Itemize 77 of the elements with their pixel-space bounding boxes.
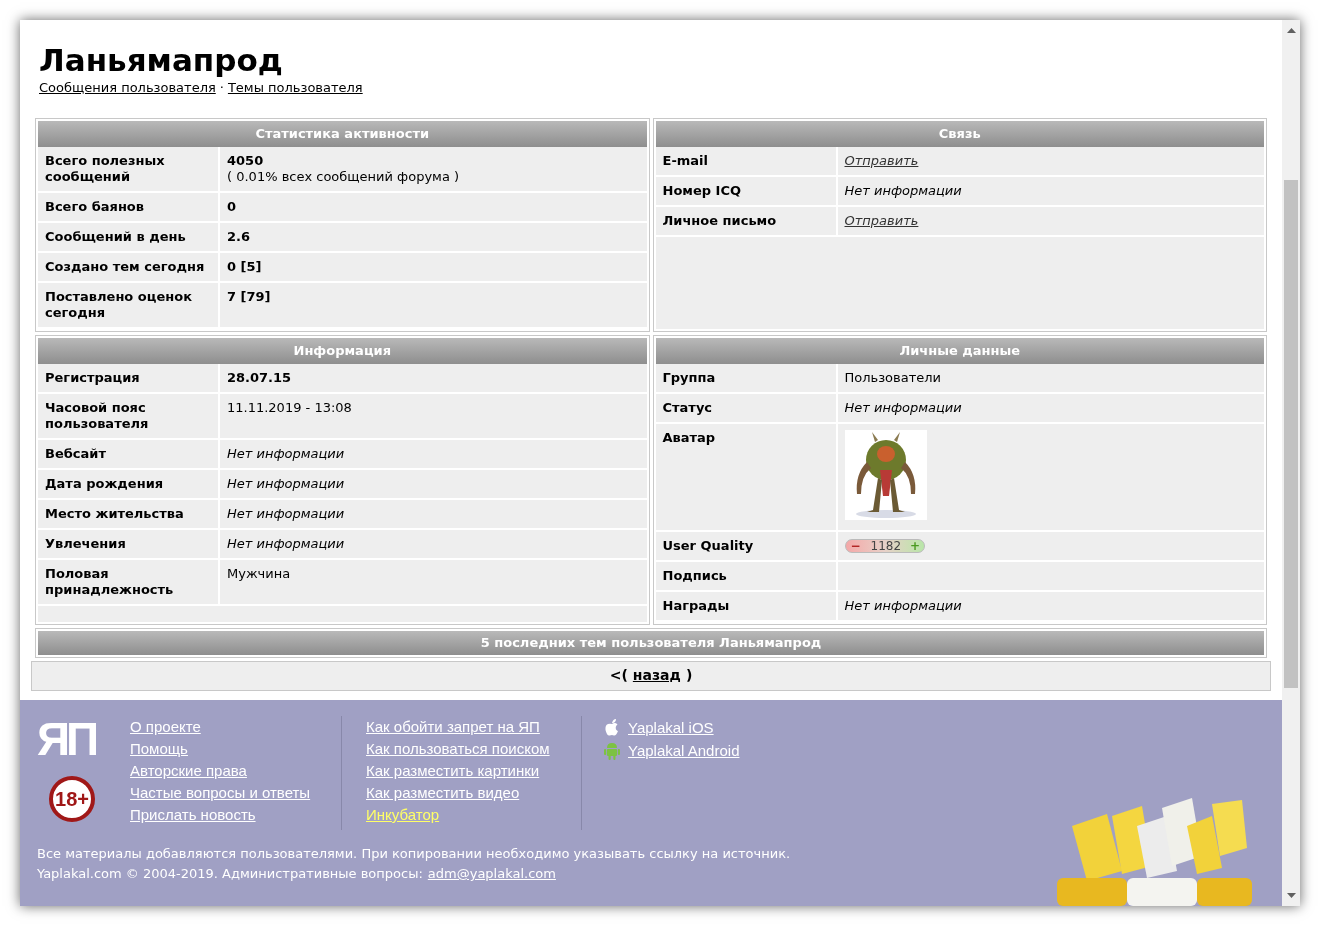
row-label: Увлечения [38, 529, 220, 558]
value-text: 0 [5] [227, 258, 263, 275]
row-label: Часовой пояс пользователя [38, 393, 220, 438]
rating-value: 1182 [869, 539, 903, 552]
separator-dot: · [219, 79, 224, 97]
value-text: Нет информации [844, 597, 962, 613]
row-label: Награды [655, 591, 838, 620]
row-label: Половая принадлежность [38, 559, 220, 604]
footer-link[interactable]: О проекте [130, 716, 201, 738]
row-label: Статус [655, 393, 838, 422]
value-text: 11.11.2019 - 13:08 [227, 399, 352, 415]
copyright-text: Yaplakal.com © 2004-2019. Административные вопросы: [37, 865, 423, 883]
bracket-text: <( [609, 666, 628, 685]
value-text: 2.6 [227, 228, 252, 245]
note-text: ( 0.01% всех сообщений форума ) [227, 168, 461, 185]
row-label: Вебсайт [38, 439, 220, 468]
app-link[interactable]: Yaplakal iOS [628, 716, 714, 739]
value-text: Нет информации [227, 475, 345, 491]
row-label: E-mail [655, 146, 838, 175]
footer-link[interactable]: Авторские права [130, 760, 247, 782]
value-text: 28.07.15 [227, 369, 293, 386]
age-badge: 18+ [49, 776, 95, 822]
row-label: Аватар [655, 423, 838, 530]
minus-button[interactable]: − [845, 539, 866, 552]
value-text: 4050 [227, 152, 265, 169]
row-label: Создано тем сегодня [38, 252, 220, 281]
user-link[interactable]: Темы пользователя [227, 78, 363, 98]
email-link[interactable]: adm@yaplakal.com [427, 864, 556, 884]
value-text: Нет информации [227, 445, 345, 461]
value-text: Нет информации [227, 535, 345, 551]
row-label: User Quality [655, 531, 838, 560]
row-label: Всего баянов [38, 192, 220, 221]
scroll-thumb[interactable] [1284, 180, 1298, 688]
footer-link[interactable]: Прислать новость [130, 804, 256, 826]
row-label: Личное письмо [655, 206, 838, 235]
footer-link[interactable]: Как разместить картинки [366, 760, 540, 782]
row-label: Группа [655, 363, 838, 392]
profile-title: Ланьямапрод [38, 42, 284, 78]
value-text: 0 [227, 198, 238, 215]
footer-link[interactable]: Как обойти запрет на ЯП [366, 716, 540, 738]
row-label: Подпись [655, 561, 838, 590]
panel-header: Статистика активности [38, 120, 647, 147]
row-label: Сообщений в день [38, 222, 220, 251]
row-label: Регистрация [38, 363, 220, 392]
notice-text: Все материалы добавляются пользователями. При копировании необходимо указывать ссылку на источник. [37, 845, 792, 863]
footer-link[interactable]: Как разместить видео [366, 782, 520, 804]
footer-link[interactable]: Помощь [130, 738, 188, 760]
panel-header: Информация [38, 337, 647, 364]
row-label: Всего полезных сообщений [38, 146, 220, 191]
bracket-text: ) [685, 666, 693, 685]
section-header: 5 последних тем пользователя Ланьямапрод [35, 627, 1267, 658]
panel-header: Личные данные [655, 337, 1264, 364]
footer-link[interactable]: Инкубатор [366, 804, 440, 826]
send-link[interactable]: Отправить [844, 152, 919, 168]
apple-icon [605, 719, 619, 736]
row-label: Поставлено оценок сегодня [38, 282, 220, 327]
row-label: Дата рождения [38, 469, 220, 498]
value-text: Нет информации [844, 182, 962, 198]
panel-header: Связь [655, 120, 1264, 147]
value-text: Мужчина [227, 565, 291, 581]
back-link[interactable]: назад [632, 665, 681, 686]
footer-link[interactable]: Как пользоваться поиском [366, 738, 550, 760]
app-link[interactable]: Yaplakal Android [628, 739, 740, 762]
value-text: Нет информации [844, 399, 962, 415]
android-icon [604, 741, 620, 760]
scroll-down-icon [1286, 893, 1296, 898]
scroll-up-icon [1286, 28, 1296, 33]
value-text: Нет информации [227, 505, 345, 521]
value-text: Пользователи [844, 369, 942, 385]
user-link[interactable]: Сообщения пользователя [39, 78, 216, 98]
row-label: Номер ICQ [655, 176, 838, 205]
send-link[interactable]: Отправить [844, 212, 919, 228]
plus-button[interactable]: + [906, 539, 925, 552]
footer-link[interactable]: Частые вопросы и ответы [130, 782, 311, 804]
value-text: 7 [79] [227, 288, 272, 305]
row-label: Место жительства [38, 499, 220, 528]
site-logo: ЯП [37, 716, 96, 762]
